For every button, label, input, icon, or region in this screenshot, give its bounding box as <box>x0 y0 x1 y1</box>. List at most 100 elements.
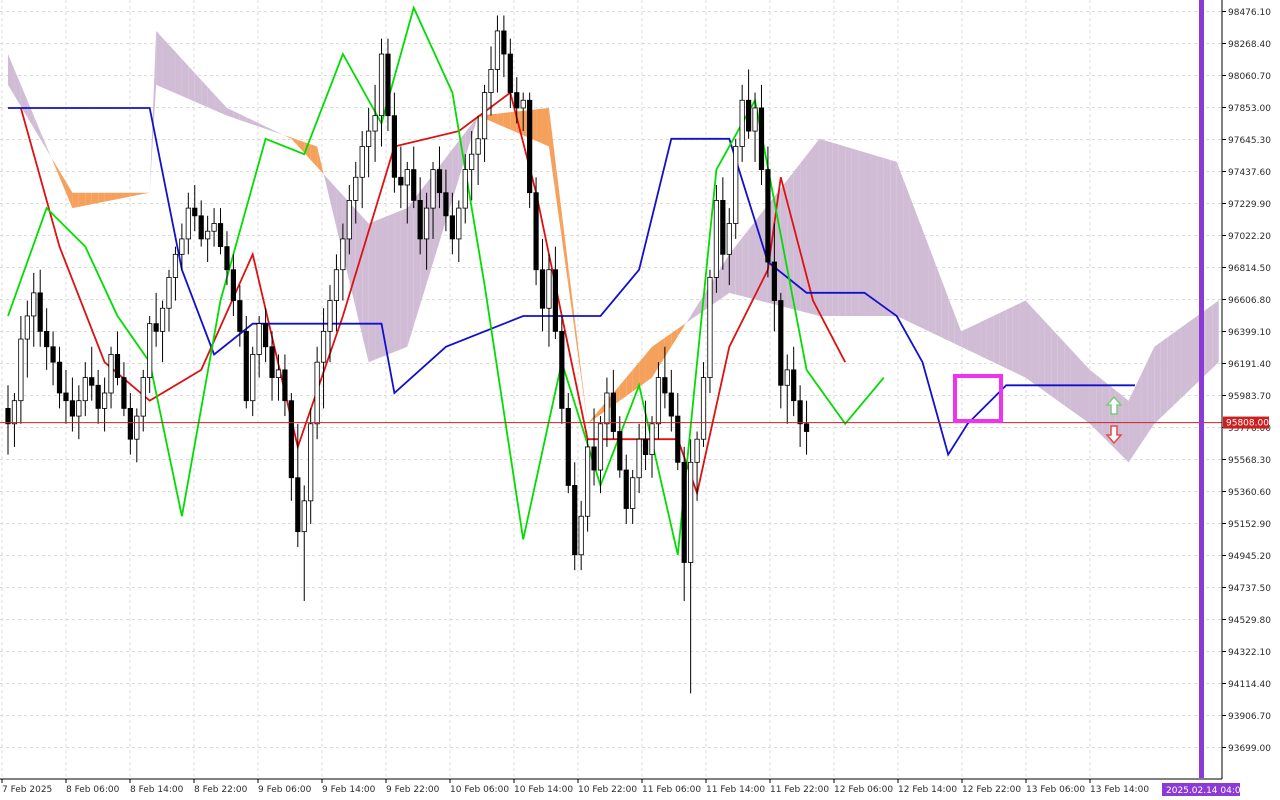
time-tick-label: 8 Feb 14:00 <box>130 785 184 795</box>
candle-body <box>430 169 436 209</box>
cloud-segment <box>735 237 743 297</box>
cloud-segment <box>890 159 897 316</box>
candle-body <box>720 200 726 255</box>
cloud-segment <box>916 212 923 329</box>
candle-body <box>340 238 346 271</box>
candle-body <box>527 99 533 194</box>
candle-body <box>353 176 359 201</box>
candle-body <box>159 307 166 332</box>
cloud-segment <box>503 112 511 130</box>
cloud-segment <box>381 215 388 358</box>
cloud-segment <box>1180 323 1187 400</box>
cloud-segment <box>111 192 118 201</box>
cloud-segment <box>400 208 408 350</box>
cloud-segment <box>832 142 839 316</box>
cloud-segment <box>1012 303 1020 375</box>
candle-body <box>559 330 565 409</box>
cloud-segment <box>91 192 99 205</box>
candle-body <box>24 315 30 340</box>
candle-body <box>507 53 513 93</box>
candle-body <box>623 469 629 509</box>
cloud-segment <box>1167 332 1174 412</box>
cloud-segment <box>1154 342 1161 424</box>
cloud-segment <box>845 146 852 316</box>
cloud-segment <box>1173 328 1181 406</box>
candle-body <box>488 69 494 93</box>
cloud-segment <box>1192 314 1200 387</box>
candle-body <box>185 207 191 240</box>
candle-body <box>327 300 333 332</box>
candle-body <box>668 392 674 417</box>
cloud-segment <box>1212 300 1219 369</box>
time-cursor-line[interactable] <box>1199 0 1204 778</box>
candle-body <box>533 192 539 271</box>
candle-body <box>585 446 591 517</box>
time-tick-label: 10 Feb 06:00 <box>450 785 509 795</box>
candle-body <box>217 223 224 248</box>
cloud-segment <box>1006 306 1013 372</box>
price-tick-label: 95568.30 <box>1228 456 1271 466</box>
cloud-segment <box>986 315 994 363</box>
candle-body <box>784 369 790 386</box>
candle-body <box>275 369 282 378</box>
candle-body <box>494 30 501 70</box>
candle-body <box>69 400 75 417</box>
cloud-segment <box>1070 349 1078 415</box>
candle-body <box>108 354 114 394</box>
price-tick-label: 95152.90 <box>1228 520 1271 530</box>
candle-body <box>346 200 352 240</box>
candle-body <box>301 500 307 533</box>
cloud-segment <box>98 192 105 203</box>
candle-body <box>765 169 771 263</box>
price-tick-label: 98476.10 <box>1228 8 1271 18</box>
candle-body <box>398 176 404 186</box>
cloud-segment <box>858 150 865 316</box>
candle-body <box>739 99 745 147</box>
candle-body <box>791 369 797 402</box>
cloud-segment <box>742 229 749 298</box>
candle-body <box>63 392 69 402</box>
cloud-segment <box>825 140 833 316</box>
candle-body <box>262 323 269 348</box>
cloud-segment <box>1141 360 1148 444</box>
cloud-segment <box>819 138 826 316</box>
candle <box>565 392 571 494</box>
candle <box>533 177 539 286</box>
price-tick-label: 95983.70 <box>1228 392 1271 402</box>
cloud-segment <box>1019 300 1026 378</box>
candle-body <box>597 423 604 471</box>
candle-body <box>230 269 236 301</box>
candle-body <box>546 269 552 309</box>
candle-body <box>514 92 520 109</box>
cloud-segment <box>1038 314 1045 392</box>
cloud-segment <box>864 152 871 316</box>
price-tick-label: 97022.20 <box>1228 232 1271 242</box>
time-tick-label: 12 Feb 06:00 <box>834 785 893 795</box>
time-tick-label: 7 Feb 2025 <box>2 785 52 795</box>
candle-body <box>205 230 211 240</box>
price-tick-label: 98268.40 <box>1228 40 1271 50</box>
current-price-value: 95808.00 <box>1226 419 1269 429</box>
candle-body <box>481 92 488 140</box>
cloud-segment <box>999 309 1007 369</box>
price-tick-label: 96814.50 <box>1228 264 1271 274</box>
candle-body <box>288 400 294 479</box>
cloud-segment <box>961 328 968 350</box>
price-tick-label: 94737.50 <box>1228 584 1271 594</box>
cloud-segment <box>909 195 917 326</box>
time-tick-label: 9 Feb 06:00 <box>258 785 312 795</box>
candle-body <box>166 277 172 309</box>
price-tick-label: 94322.10 <box>1228 648 1271 658</box>
candle-body <box>378 53 385 117</box>
candle-body <box>758 107 765 170</box>
candle-body <box>172 253 179 278</box>
candle-body <box>681 461 687 563</box>
cloud-segment <box>1147 346 1155 434</box>
candle-body <box>649 423 655 456</box>
time-tick-label: 10 Feb 22:00 <box>578 785 637 795</box>
candle-body <box>700 377 707 440</box>
cloud-segment <box>813 138 820 316</box>
candle-body <box>436 169 443 194</box>
price-chart[interactable]: 98476.10 98268.40 98060.70 97853.00 97645.30… <box>0 0 1280 800</box>
cloud-segment <box>542 107 549 147</box>
